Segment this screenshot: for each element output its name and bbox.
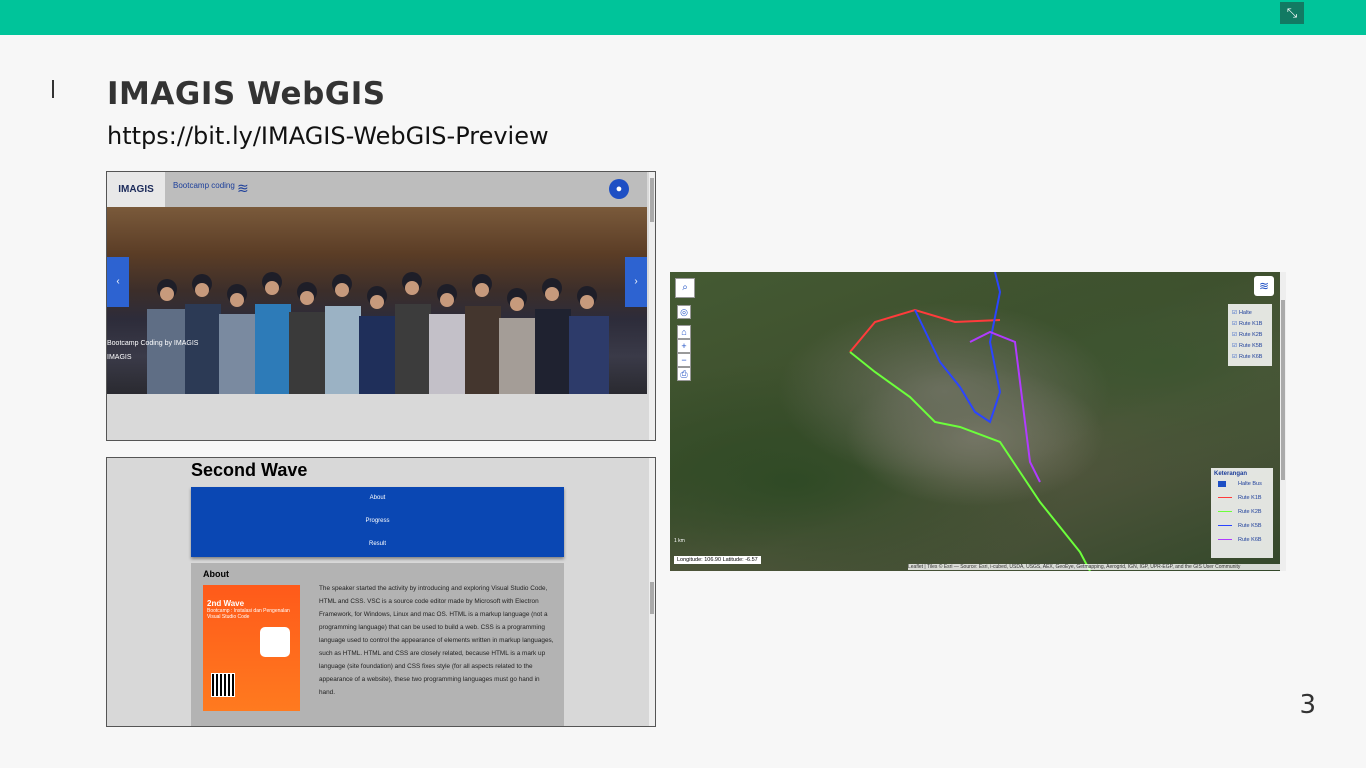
- coordinate-readout: Longitude: 106.90 Latitude: -6.57: [674, 556, 761, 564]
- slide-topbar: ⤡: [0, 0, 1366, 35]
- route-lines: [849, 272, 1091, 571]
- layer-toggle-k2b[interactable]: Rute K2B: [1232, 330, 1268, 341]
- about-body-text: The speaker started the activity by intr…: [319, 585, 554, 696]
- layer-toggle-halte[interactable]: Halte: [1232, 308, 1268, 319]
- layer-toggle-k6b[interactable]: Rute K6B: [1232, 352, 1268, 363]
- speaker-photo: [260, 627, 290, 657]
- scrollbar[interactable]: [649, 172, 655, 440]
- about-section: About 2nd Wave Bootcamp : Instalasi dan …: [191, 563, 564, 726]
- menu-item-progress[interactable]: Progress: [191, 510, 564, 533]
- locate-icon[interactable]: ◎: [677, 305, 691, 319]
- bootcamp-logo[interactable]: Bootcamp coding: [173, 182, 235, 190]
- zoom-in-button[interactable]: +: [677, 339, 691, 353]
- poster-subtitle: Bootcamp : Instalasi dan Pengenalan Visu…: [207, 608, 290, 620]
- crowd-image: [147, 272, 609, 394]
- webgis-map-screenshot: ⌕ ◎ ⌂ + − ⎙ ≋ Halte Rute K1B Rute K2B Ru…: [670, 272, 1286, 571]
- layers-icon[interactable]: ≋: [1254, 276, 1274, 296]
- layer-toggle-k1b[interactable]: Rute K1B: [1232, 319, 1268, 330]
- legend-swatch: [1218, 511, 1232, 512]
- search-icon[interactable]: ⌕: [675, 278, 695, 298]
- menu-item-about[interactable]: About: [191, 487, 564, 510]
- site-navbar: IMAGIS Bootcamp coding ≋ ●: [107, 172, 647, 207]
- route-k5b-line: [914, 272, 1002, 424]
- bus-icon: [1218, 481, 1226, 487]
- legend-swatch: [1218, 539, 1232, 540]
- imagis-logo[interactable]: IMAGIS: [107, 172, 165, 207]
- legend-item: Rute K5B: [1214, 519, 1270, 533]
- carousel-next-button[interactable]: ›: [625, 257, 647, 307]
- banner-caption: Bootcamp Coding by IMAGIS: [107, 340, 199, 347]
- map-legend: Keterangan Halte Bus Rute K1B Rute K2B R…: [1211, 468, 1273, 558]
- legend-item: Rute K6B: [1214, 533, 1270, 547]
- legend-swatch: [1218, 525, 1232, 526]
- legend-item: Halte Bus: [1214, 477, 1270, 491]
- scrollbar-thumb[interactable]: [650, 582, 654, 614]
- group-photo-banner: ‹ › Bootcamp Coding by IMAGIS IMAGIS: [107, 207, 647, 394]
- website-screenshot-home: IMAGIS Bootcamp coding ≋ ● ‹ › Bootcamp …: [106, 171, 656, 441]
- legend-swatch: [1218, 497, 1232, 498]
- event-poster: 2nd Wave Bootcamp : Instalasi dan Pengen…: [203, 585, 300, 711]
- route-k2b-line: [849, 351, 1091, 571]
- scrollbar-thumb[interactable]: [1281, 300, 1285, 480]
- qr-code: [211, 673, 235, 697]
- slide-url[interactable]: https://bit.ly/IMAGIS-WebGIS-Preview: [107, 122, 549, 150]
- slide-page-number: 3: [1299, 690, 1316, 720]
- legend-item: Rute K2B: [1214, 505, 1270, 519]
- about-title: About: [203, 569, 229, 579]
- map-scale-bar: 1 km: [674, 538, 685, 544]
- user-account-icon[interactable]: ●: [609, 179, 629, 199]
- page-heading: Second Wave: [191, 460, 308, 480]
- route-k6b-line: [969, 330, 1041, 483]
- section-menu: About Progress Result: [191, 487, 564, 557]
- scrollbar[interactable]: [649, 458, 655, 726]
- print-icon[interactable]: ⎙: [677, 367, 691, 381]
- legend-item: Rute K1B: [1214, 491, 1270, 505]
- layer-control: Halte Rute K1B Rute K2B Rute K5B Rute K6…: [1228, 304, 1272, 366]
- poster-title: 2nd Wave: [207, 599, 245, 608]
- menu-item-result[interactable]: Result: [191, 533, 564, 556]
- website-screenshot-second-wave: Second Wave About Progress Result About …: [106, 457, 656, 727]
- exit-fullscreen-icon[interactable]: ⤡: [1280, 2, 1304, 24]
- map-attribution[interactable]: Leaflet | Tiles © Esri — Source: Esri, i…: [908, 564, 1280, 570]
- zoom-out-button[interactable]: −: [677, 353, 691, 367]
- scrollbar-thumb[interactable]: [650, 178, 654, 222]
- text-cursor: [52, 80, 54, 98]
- layer-toggle-k5b[interactable]: Rute K5B: [1232, 341, 1268, 352]
- banner-logos: IMAGIS: [107, 354, 132, 361]
- layers-icon[interactable]: ≋: [237, 181, 249, 197]
- slide-title: IMAGIS WebGIS: [107, 76, 386, 112]
- home-icon[interactable]: ⌂: [677, 325, 691, 339]
- carousel-prev-button[interactable]: ‹: [107, 257, 129, 307]
- scrollbar[interactable]: [1280, 272, 1286, 571]
